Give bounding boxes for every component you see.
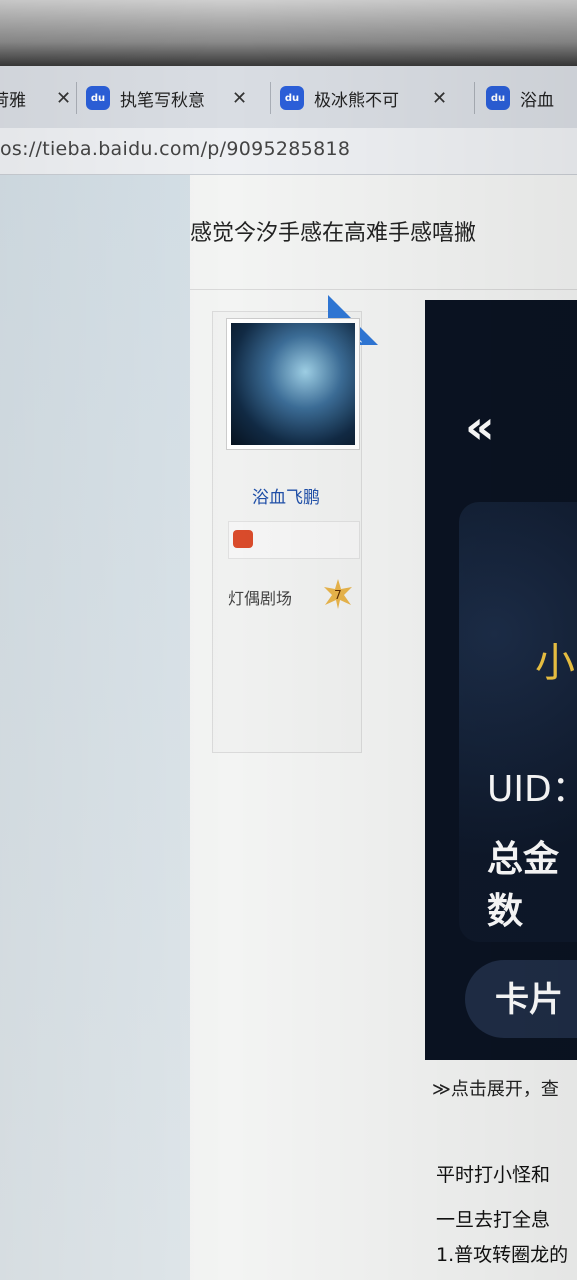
post-body-line: 一旦去打全息 [436,1209,551,1231]
game-badge-icon[interactable] [233,530,253,548]
avatar[interactable] [226,318,360,450]
expand-link[interactable]: ≫点击展开，查 [432,1075,559,1101]
level-badge: 7 [324,579,352,609]
image-text-partial: 小 [535,640,575,686]
baidu-icon: du [486,86,510,110]
post-image[interactable]: « 小 UID： 总金数 卡片 [425,300,577,1060]
left-pane [0,175,195,1280]
image-uid-label: UID： [487,769,577,810]
post-title: 感觉今汐手感在高难手感嘻撇 [190,221,477,246]
tab-separator [474,82,475,114]
avatar-image [231,323,355,445]
tab-title: 浴血 [520,90,554,111]
close-icon[interactable]: ✕ [432,88,447,109]
browser-tab-bar: 荷雅 ✕ du 执笔写秋意 ✕ du 极冰熊不可 ✕ du 浴血 [0,66,577,129]
tab-1[interactable]: 荷雅 ✕ [0,76,72,120]
baidu-icon: du [280,86,304,110]
post-body-line: 平时打小怪和 [436,1164,551,1186]
tab-title: 极冰熊不可 [314,90,399,111]
back-chevron-icon: « [465,400,495,454]
author-name[interactable]: 浴血飞鹏 [212,483,360,508]
badge-box [228,521,360,559]
post-body-line: 1.普攻转圈龙的 [436,1244,569,1266]
page-viewport: 感觉今汐手感在高难手感嘻撇 楼主 浴血飞鹏 灯偶剧场 7 « 小 UID： 总金… [0,175,577,1280]
image-total-label: 总金数 [487,839,560,932]
url-text[interactable]: os://tieba.baidu.com/p/9095285818 [0,138,350,160]
close-icon[interactable]: ✕ [232,88,247,109]
tab-separator [76,82,77,114]
image-card-label: 卡片 [495,980,563,1020]
tab-separator [270,82,271,114]
forum-title: 灯偶剧场 [228,589,293,608]
tab-3[interactable]: du 极冰熊不可 ✕ [280,76,470,120]
close-icon[interactable]: ✕ [56,88,71,109]
tab-title: 执笔写秋意 [120,90,205,111]
monitor-bezel [0,0,577,70]
tab-2[interactable]: du 执笔写秋意 ✕ [86,76,262,120]
address-bar[interactable]: os://tieba.baidu.com/p/9095285818 [0,128,577,175]
baidu-icon: du [86,86,110,110]
tab-title: 荷雅 [0,90,26,111]
level-number: 7 [334,588,342,602]
tab-4[interactable]: du 浴血 [486,76,577,120]
